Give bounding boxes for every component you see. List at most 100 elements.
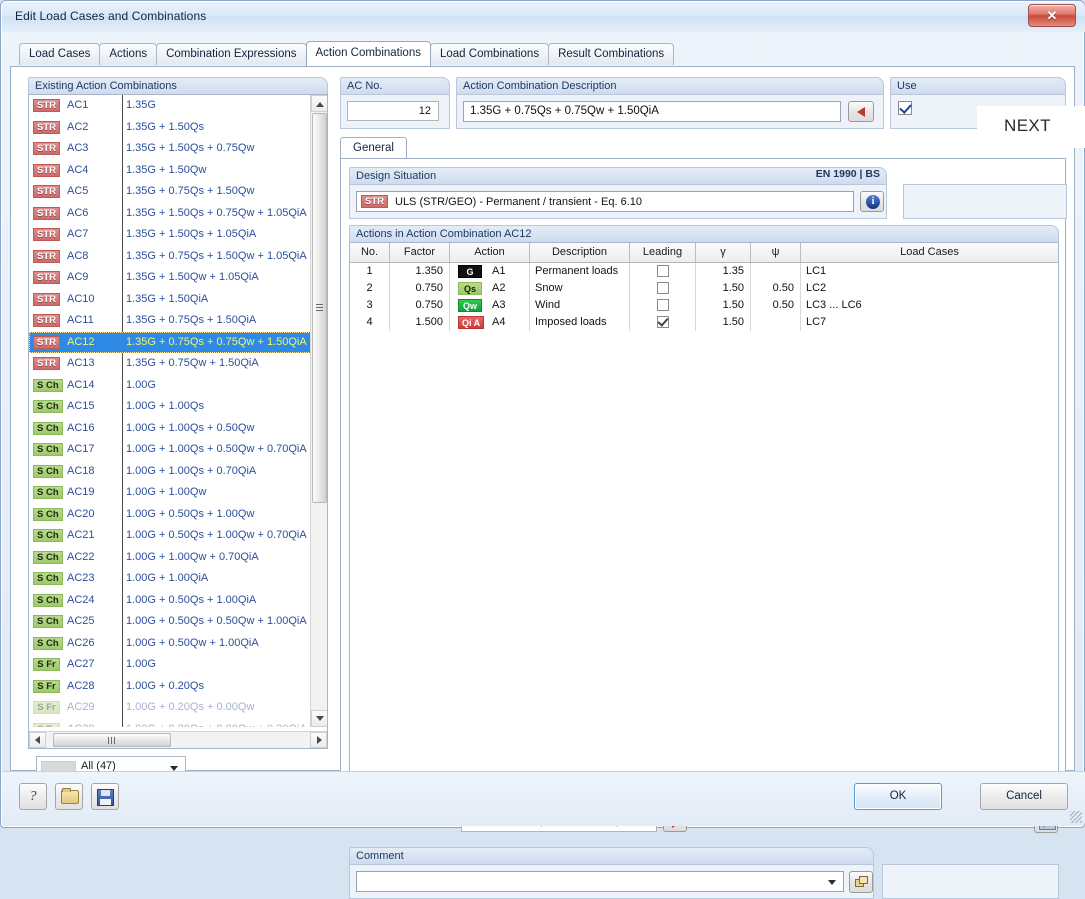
description-apply-button[interactable] xyxy=(848,101,874,122)
save-button[interactable] xyxy=(91,783,119,810)
scroll-up-button[interactable] xyxy=(311,95,327,112)
existing-list-header: Existing Action Combinations xyxy=(28,77,328,94)
actions-table[interactable]: No. Factor Action Description Leading γ ψ Load … xyxy=(349,242,1059,786)
column-header[interactable]: No. xyxy=(350,243,390,262)
design-situation-field[interactable]: STR ULS (STR/GEO) - Permanent / transien… xyxy=(356,191,854,212)
list-item[interactable]: S Ch AC26 1.00G + 0.50Qw + 1.00QiA xyxy=(29,633,311,655)
tab-combination-expressions[interactable]: Combination Expressions xyxy=(156,43,307,65)
ok-button[interactable]: OK xyxy=(854,783,942,810)
list-item-name: AC22 xyxy=(67,550,95,563)
horizontal-scroll-thumb[interactable] xyxy=(53,733,171,747)
general-tab-strip: General xyxy=(340,137,1066,159)
vertical-scroll-thumb[interactable] xyxy=(312,113,327,503)
tab-result-combinations[interactable]: Result Combinations xyxy=(548,43,675,65)
scroll-down-button[interactable] xyxy=(311,710,327,727)
list-item[interactable]: STR AC13 1.35G + 0.75Qw + 1.50QiA xyxy=(29,353,311,375)
action-type-badge: G xyxy=(458,265,482,278)
tab-load-cases[interactable]: Load Cases xyxy=(19,43,101,65)
list-item[interactable]: S Ch AC23 1.00G + 1.00QiA xyxy=(29,568,311,590)
list-item[interactable]: STR AC9 1.35G + 1.50Qw + 1.05QiA xyxy=(29,267,311,289)
next-overlay: NEXT xyxy=(977,106,1085,148)
help-button[interactable]: ? xyxy=(19,783,47,810)
list-item-description: 1.35G + 0.75Qw + 1.50QiA xyxy=(126,357,259,369)
list-item[interactable]: STR AC6 1.35G + 1.50Qs + 0.75Qw + 1.05QiA xyxy=(29,203,311,225)
list-item[interactable]: STR AC5 1.35G + 0.75Qs + 1.50Qw xyxy=(29,181,311,203)
column-header[interactable]: Factor xyxy=(390,243,450,262)
list-item[interactable]: S Ch AC15 1.00G + 1.00Qs xyxy=(29,396,311,418)
tab-load-combinations[interactable]: Load Combinations xyxy=(429,43,550,65)
design-situation-info-button[interactable]: i xyxy=(860,191,884,212)
column-header[interactable]: γ xyxy=(696,243,751,262)
table-row[interactable]: 4 1.500 Qi A A4 Imposed loads 1.50 LC7 xyxy=(350,314,1058,331)
list-item[interactable]: S Fr AC28 1.00G + 0.20Qs xyxy=(29,676,311,698)
resize-grip[interactable] xyxy=(1070,811,1082,823)
tab-general[interactable]: General xyxy=(340,137,407,159)
list-item[interactable]: S Fr AC27 1.00G xyxy=(29,654,311,676)
list-item-description: 1.00G + 0.20Qs + 0.00Qw + 0.30QiA xyxy=(126,719,307,728)
table-cell: 1.50 xyxy=(696,280,751,297)
column-header[interactable]: Load Cases xyxy=(801,243,1058,262)
list-item[interactable]: S Fr AC29 1.00G + 0.20Qs + 0.00Qw xyxy=(29,697,311,719)
leading-checkbox[interactable] xyxy=(656,265,669,277)
list-item[interactable]: S Fr AC30 1.00G + 0.20Qs + 0.00Qw + 0.30Qi… xyxy=(29,719,311,728)
list-item[interactable]: S Ch AC18 1.00G + 1.00Qs + 0.70QiA xyxy=(29,461,311,483)
column-header[interactable]: Leading xyxy=(630,243,696,262)
list-item-description: 1.00G xyxy=(126,378,156,391)
close-button[interactable]: ✕ xyxy=(1028,4,1076,27)
list-item-description: 1.00G + 0.50Qs + 1.00Qw xyxy=(126,507,255,520)
ac-number-header: AC No. xyxy=(340,77,450,94)
leading-checkbox[interactable] xyxy=(656,315,669,328)
list-item[interactable]: S Ch AC19 1.00G + 1.00Qw xyxy=(29,482,311,504)
list-item[interactable]: S Ch AC17 1.00G + 1.00Qs + 0.50Qw + 0.70Qi… xyxy=(29,439,311,461)
list-item[interactable]: STR AC10 1.35G + 1.50QiA xyxy=(29,289,311,311)
list-item[interactable]: STR AC7 1.35G + 1.50Qs + 1.05QiA xyxy=(29,224,311,246)
list-item[interactable]: STR AC3 1.35G + 1.50Qs + 0.75Qw xyxy=(29,138,311,160)
list-item-description: 1.00G + 1.00QiA xyxy=(126,572,209,584)
table-cell: 1.35 xyxy=(696,263,751,280)
open-button[interactable] xyxy=(55,783,83,810)
list-item[interactable]: STR AC4 1.35G + 1.50Qw xyxy=(29,160,311,182)
list-item[interactable]: STR AC1 1.35G xyxy=(29,95,311,117)
list-item[interactable]: S Ch AC16 1.00G + 1.00Qs + 0.50Qw xyxy=(29,418,311,440)
column-header[interactable]: ψ xyxy=(751,243,801,262)
table-row[interactable]: 1 1.350 G A1 Permanent loads 1.35 LC1 xyxy=(350,263,1058,280)
list-item[interactable]: S Ch AC24 1.00G + 0.50Qs + 1.00QiA xyxy=(29,590,311,612)
chevron-down-icon[interactable] xyxy=(828,880,836,885)
leading-checkbox[interactable] xyxy=(656,282,669,294)
action-combinations-list[interactable]: STR AC1 1.35G STR AC2 1.35G + 1.50Qs STR AC3 1.3… xyxy=(28,94,328,749)
comment-library-button[interactable] xyxy=(849,871,873,893)
list-item-description: 1.35G + 0.75Qs + 1.50Qw + 1.05QiA xyxy=(126,249,307,262)
tab-actions[interactable]: Actions xyxy=(99,43,158,65)
scroll-left-button[interactable] xyxy=(29,732,46,748)
ac-number-input[interactable]: 12 xyxy=(347,101,439,121)
column-header[interactable]: Action xyxy=(450,243,530,262)
action-type-badge: Qw xyxy=(458,299,482,312)
column-header[interactable]: Description xyxy=(530,243,630,262)
list-item[interactable]: S Ch AC25 1.00G + 0.50Qs + 0.50Qw + 1.00Qi… xyxy=(29,611,311,633)
list-item[interactable]: STR AC8 1.35G + 0.75Qs + 1.50Qw + 1.05QiA xyxy=(29,246,311,268)
use-checkbox[interactable] xyxy=(898,101,912,115)
list-item-description: 1.00G + 0.50Qs + 0.50Qw + 1.00QiA xyxy=(126,615,307,627)
window-title: Edit Load Cases and Combinations xyxy=(15,9,207,23)
description-input[interactable]: 1.35G + 0.75Qs + 0.75Qw + 1.50QiA xyxy=(463,101,841,122)
list-item[interactable]: STR AC12 1.35G + 0.75Qs + 0.75Qw + 1.50QiA xyxy=(29,331,311,353)
list-item[interactable]: S Ch AC14 1.00G xyxy=(29,375,311,397)
leading-checkbox[interactable] xyxy=(656,299,669,311)
list-item[interactable]: STR AC11 1.35G + 0.75Qs + 1.50QiA xyxy=(29,310,311,332)
list-item-name: AC17 xyxy=(67,443,95,455)
tab-action-combinations[interactable]: Action Combinations xyxy=(305,41,431,66)
cancel-button[interactable]: Cancel xyxy=(980,783,1068,810)
list-item[interactable]: STR AC2 1.35G + 1.50Qs xyxy=(29,117,311,139)
design-situation-header: Design Situation xyxy=(349,167,887,184)
list-item[interactable]: S Ch AC20 1.00G + 0.50Qs + 1.00Qw xyxy=(29,504,311,526)
existing-action-combinations-panel: Existing Action Combinations STR AC1 1.35G… xyxy=(28,77,328,793)
list-horizontal-scrollbar[interactable] xyxy=(29,731,327,748)
comment-input[interactable] xyxy=(356,871,844,892)
list-vertical-scrollbar[interactable] xyxy=(310,95,327,727)
table-row[interactable]: 3 0.750 Qw A3 Wind 1.50 0.50 LC3 ... LC6 xyxy=(350,297,1058,314)
scroll-right-button[interactable] xyxy=(310,732,327,748)
list-item[interactable]: S Ch AC21 1.00G + 0.50Qs + 1.00Qw + 0.70Qi… xyxy=(29,525,311,547)
table-row[interactable]: 2 0.750 Qs A2 Snow 1.50 0.50 LC2 xyxy=(350,280,1058,297)
combination-type-badge: STR xyxy=(33,271,60,284)
list-item[interactable]: S Ch AC22 1.00G + 1.00Qw + 0.70QiA xyxy=(29,547,311,569)
